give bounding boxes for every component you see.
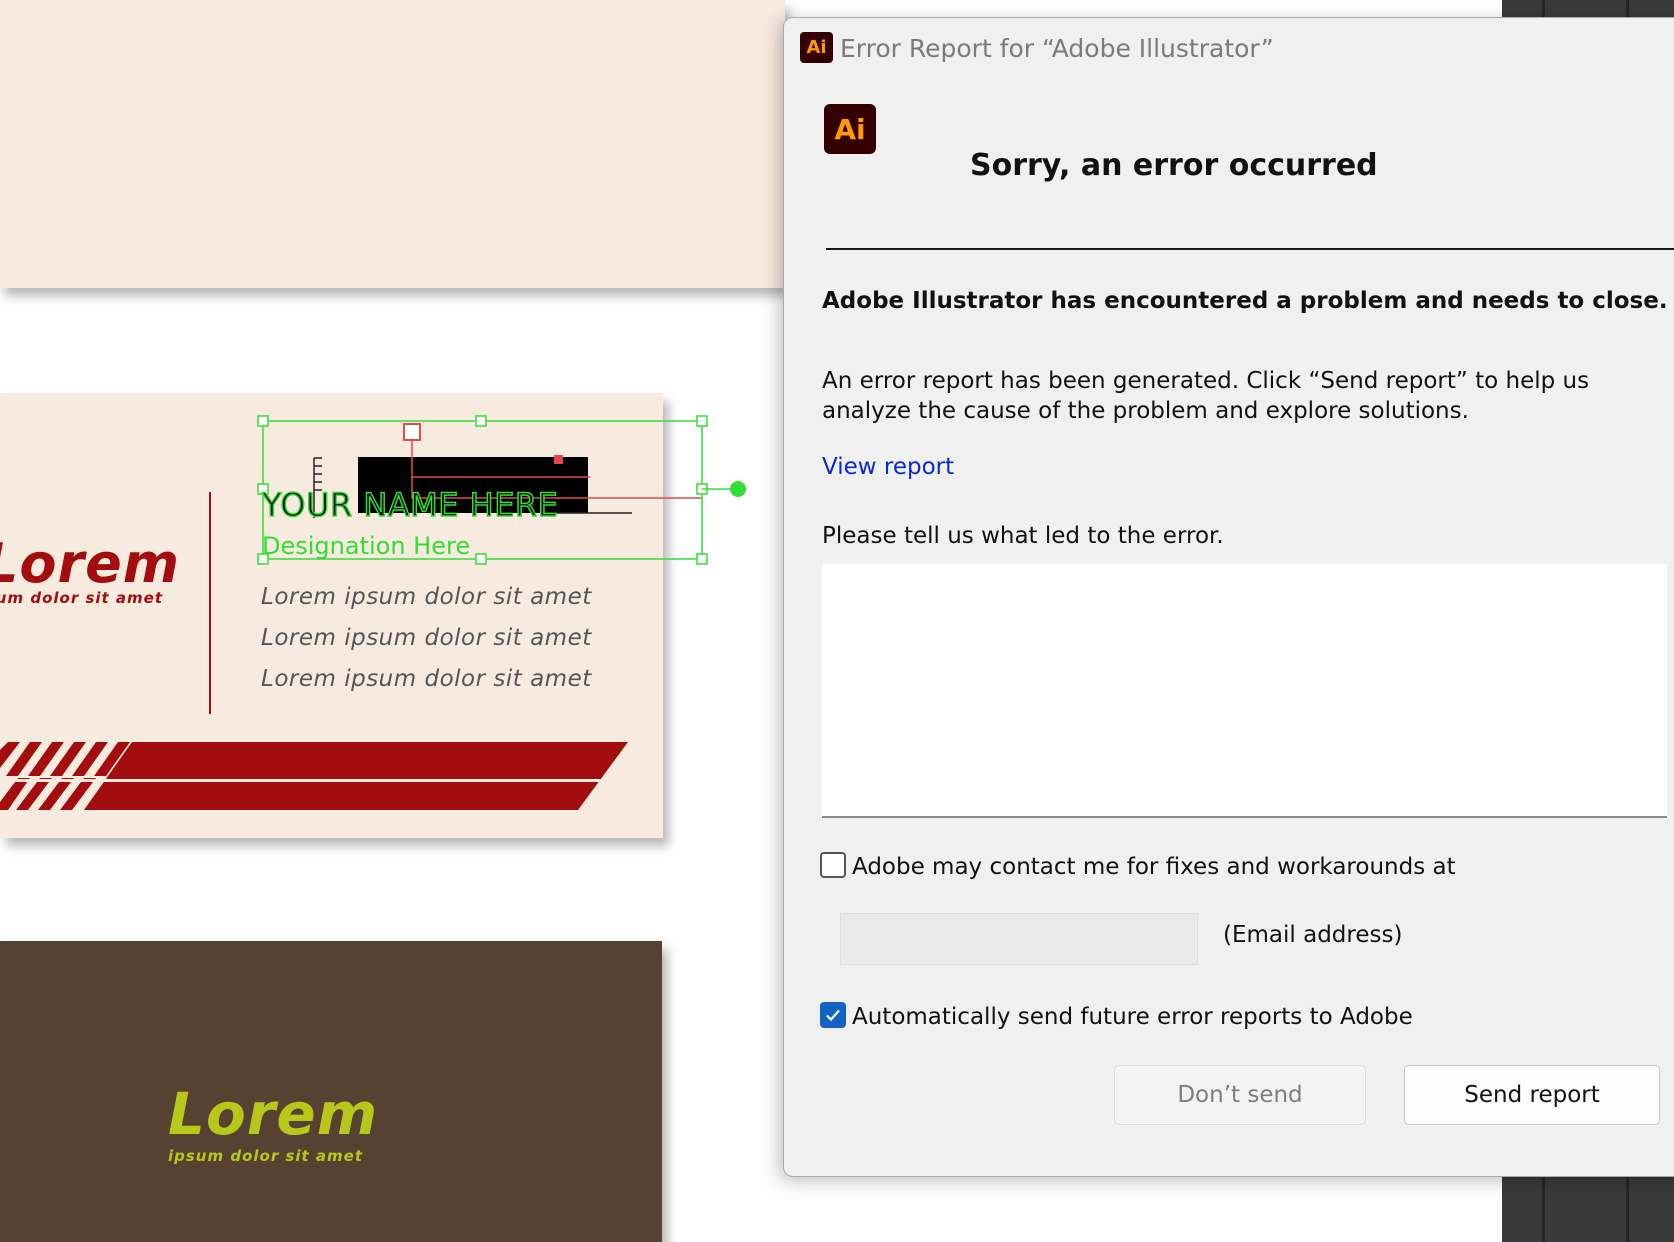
dialog-title: Error Report for “Adobe Illustrator” — [840, 34, 1274, 63]
feedback-textarea[interactable] — [822, 564, 1667, 818]
view-report-link[interactable]: View report — [822, 454, 954, 480]
send-report-button[interactable]: Send report — [1404, 1065, 1660, 1125]
red-anchor-handle — [403, 423, 421, 441]
problem-statement: Adobe Illustrator has encountered a prob… — [822, 288, 1668, 314]
dont-send-button[interactable]: Don’t send — [1114, 1065, 1366, 1125]
auto-send-checkbox[interactable] — [820, 1002, 846, 1028]
card-designation-text[interactable]: Designation Here — [262, 532, 470, 560]
error-report-dialog: Ai Error Report for “Adobe Illustrator” … — [783, 17, 1674, 1177]
selection-handle — [696, 415, 708, 427]
auto-send-label[interactable]: Automatically send future error reports … — [852, 1004, 1413, 1030]
rotate-handle — [730, 481, 746, 497]
email-field-label: (Email address) — [1223, 922, 1403, 948]
feedback-prompt: Please tell us what led to the error. — [822, 523, 1224, 549]
selection-handle — [696, 553, 708, 565]
selection-handle — [475, 553, 487, 565]
card-red-stripes — [0, 742, 628, 810]
dialog-titlebar[interactable]: Ai Error Report for “Adobe Illustrator” — [784, 18, 1674, 80]
card-detail-line: Lorem ipsum dolor sit amet — [261, 666, 592, 692]
illustrator-app-icon: Ai — [800, 32, 833, 63]
card-name-text[interactable]: YOUR NAME HERE — [261, 485, 558, 525]
selection-handle — [475, 415, 487, 427]
contact-me-label[interactable]: Adobe may contact me for fixes and worka… — [852, 854, 1456, 880]
card-logo-tagline: ipsum dolor sit amet — [168, 1147, 364, 1165]
report-description: An error report has been generated. Clic… — [822, 368, 1590, 424]
illustrator-logo-icon: Ai — [824, 104, 876, 154]
contact-me-checkbox[interactable] — [820, 852, 846, 878]
divider — [826, 248, 1674, 250]
selection-handle — [257, 415, 269, 427]
email-field[interactable] — [840, 913, 1198, 965]
error-headline: Sorry, an error occurred — [970, 148, 1378, 183]
card-logo-text: Lorem — [168, 1080, 379, 1148]
red-anchor-point — [554, 455, 563, 464]
card-detail-line: Lorem ipsum dolor sit amet — [261, 584, 592, 610]
card-detail-line: Lorem ipsum dolor sit amet — [261, 625, 592, 651]
checkmark-icon — [826, 1009, 840, 1022]
